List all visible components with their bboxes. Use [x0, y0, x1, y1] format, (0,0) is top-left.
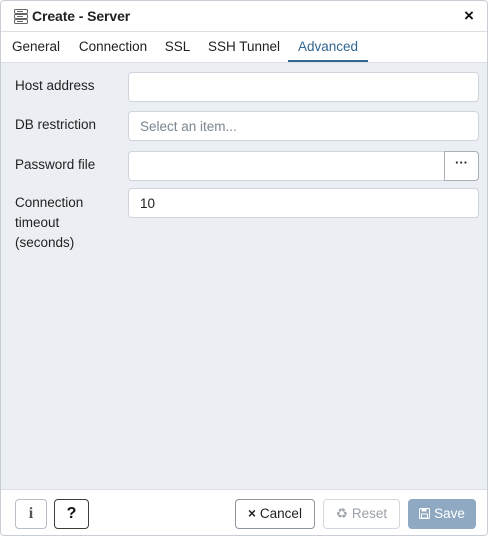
host-address-input[interactable]	[128, 72, 479, 102]
connection-timeout-label-line3: (seconds)	[15, 235, 75, 250]
host-address-label: Host address	[15, 78, 95, 93]
create-server-dialog: Create - Server × General Connection SSL…	[0, 0, 488, 536]
tab-ssl[interactable]: SSL	[155, 32, 200, 62]
tab-connection[interactable]: Connection	[71, 32, 155, 62]
reset-button-label: Reset	[351, 506, 388, 521]
save-button-label: Save	[434, 506, 465, 521]
server-icon	[14, 9, 28, 24]
close-icon: ×	[248, 506, 256, 521]
dialog-title-bar[interactable]: Create - Server ×	[1, 1, 487, 32]
password-file-input[interactable]	[128, 151, 445, 181]
db-restriction-label: DB restriction	[15, 117, 97, 132]
dialog-title: Create - Server	[32, 8, 131, 24]
tab-bar: General Connection SSL SSH Tunnel Advanc…	[1, 32, 487, 63]
reset-button[interactable]: ♻ Reset	[323, 499, 400, 529]
tab-general[interactable]: General	[1, 32, 71, 62]
help-button[interactable]: ?	[54, 499, 89, 529]
recycle-icon: ♻	[335, 506, 348, 521]
connection-timeout-label-line1: Connection	[15, 195, 84, 210]
browse-file-button[interactable]: ···	[444, 151, 479, 181]
db-restriction-select[interactable]	[128, 111, 479, 141]
floppy-disk-icon	[419, 508, 431, 519]
tab-ssh-tunnel[interactable]: SSH Tunnel	[200, 32, 288, 62]
save-button[interactable]: Save	[408, 499, 476, 529]
connection-timeout-input[interactable]	[128, 188, 479, 218]
tab-advanced[interactable]: Advanced	[288, 32, 368, 62]
info-button[interactable]: i	[15, 499, 47, 529]
connection-timeout-label-line2: timeout	[15, 215, 60, 230]
close-icon[interactable]: ×	[461, 6, 477, 26]
dialog-footer: i ? × Cancel ♻ Reset Save	[1, 489, 487, 535]
cancel-button-label: Cancel	[259, 506, 302, 521]
password-file-label: Password file	[15, 157, 96, 172]
cancel-button[interactable]: × Cancel	[235, 499, 315, 529]
